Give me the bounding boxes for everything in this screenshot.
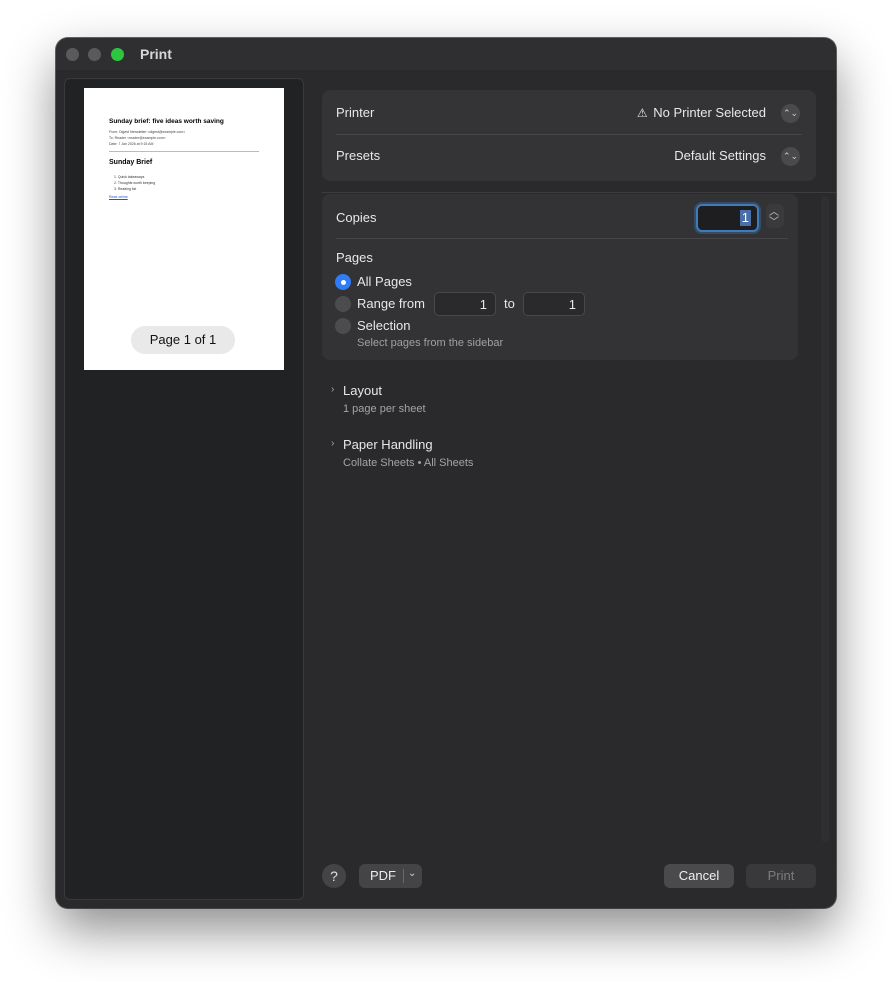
chevron-right-icon[interactable]: › [331,438,334,449]
preview-heading: Sunday Brief [109,159,153,166]
pages-label: Pages [336,250,373,265]
pdf-menu-button[interactable]: PDF ⌄ [359,864,422,888]
preview-divider [109,151,259,152]
range-to-label: to [504,296,515,311]
help-button[interactable]: ? [322,864,346,888]
row-divider [336,238,788,239]
pdf-button-label: PDF [370,868,396,883]
preview-list-item: 3. Reading list [114,187,137,191]
copies-label: Copies [336,210,377,225]
preview-list-item: 2. Thoughts worth keeping [114,181,156,185]
copies-input[interactable]: 1 [696,204,759,232]
all-pages-label[interactable]: All Pages [357,274,412,289]
printer-presets-panel: Printer ⚠ No Printer Selected ⌃⌄ Presets… [322,90,816,181]
row-divider [336,134,802,135]
chevron-down-icon[interactable]: ﹀ [769,213,779,228]
close-window-button[interactable] [66,48,79,61]
warning-icon: ⚠ [636,106,648,120]
paper-handling-summary: Collate Sheets • All Sheets [343,457,474,469]
copies-value: 1 [739,210,751,226]
print-button[interactable]: Print [746,864,816,888]
range-end-input[interactable]: 1 [523,292,585,316]
preview-meta-line: To: Reader <reader@example.com> [109,136,166,140]
layout-section-title[interactable]: Layout [343,383,382,398]
section-divider [322,192,836,193]
up-down-chevron-icon[interactable]: ⌃⌄ [781,104,800,123]
up-down-chevron-icon[interactable]: ⌃⌄ [781,147,800,166]
window-title: Print [140,46,172,62]
print-dialog-window: Print Sunday brief: five ideas worth sav… [56,38,836,908]
selection-label[interactable]: Selection [357,318,410,333]
paper-handling-section-title[interactable]: Paper Handling [343,437,433,452]
pdf-button-divider [403,869,404,883]
minimize-window-button[interactable] [88,48,101,61]
preview-doc-title: Sunday brief: five ideas worth saving [109,118,224,125]
page-preview-thumbnail[interactable]: Sunday brief: five ideas worth saving Fr… [84,88,284,370]
printer-label: Printer [336,105,375,120]
chevron-down-icon[interactable]: ⌄ [408,868,416,879]
copies-stepper[interactable]: ︿ ﹀ [766,204,784,228]
layout-summary: 1 page per sheet [343,403,426,415]
preview-meta-line: From: Digest Newsletter <digest@example.… [109,130,186,134]
preview-list-item: 1. Quick takeaways [114,175,145,179]
selection-hint: Select pages from the sidebar [357,337,504,349]
preview-sidebar[interactable]: Sunday brief: five ideas worth saving Fr… [64,78,304,900]
printer-value: No Printer Selected [653,105,766,120]
preview-meta-line: Date: 7 Jan 2026 at 9:15 AM [109,142,154,146]
selection-radio[interactable] [335,318,351,334]
cancel-button[interactable]: Cancel [664,864,734,888]
zoom-window-button[interactable] [111,48,124,61]
range-start-input[interactable]: 1 [434,292,496,316]
chevron-right-icon[interactable]: › [331,384,334,395]
options-scrollbar[interactable] [821,196,829,842]
page-count-label: Page 1 of 1 [131,326,235,354]
all-pages-radio[interactable] [335,274,351,290]
range-from-label[interactable]: Range from [357,296,425,311]
presets-popup[interactable]: Default Settings [674,148,766,163]
title-bar: Print [56,38,836,70]
presets-label: Presets [336,148,381,163]
printer-popup[interactable]: ⚠ No Printer Selected [637,105,766,120]
range-radio[interactable] [335,296,351,312]
copies-pages-panel: Copies 1 ︿ ﹀ Pages All Pages Range from … [322,194,798,360]
preview-link: Read online [109,195,128,199]
